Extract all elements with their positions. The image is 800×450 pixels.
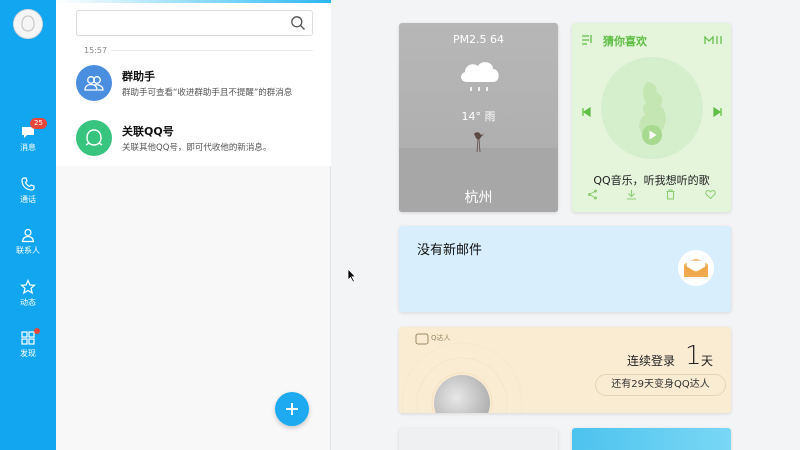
item-title: 关联QQ号: [122, 125, 174, 138]
nav-label-contacts: 联系人: [16, 246, 40, 255]
item-desc: 群助手可查看“收进群助手且不提醒”的群消息: [122, 88, 293, 98]
bottom-card-left[interactable]: [399, 428, 558, 450]
plus-icon: [286, 403, 298, 415]
add-button[interactable]: [275, 392, 309, 426]
heart-icon[interactable]: [705, 189, 716, 200]
loading-bar: [56, 0, 331, 3]
heron-icon: [474, 132, 484, 153]
message-list: 15:57 群助手 群助手可查看“收进群助手且不提醒”的群消息 关联QQ号 关联…: [56, 0, 331, 166]
city-label: 杭州: [464, 190, 493, 206]
login-streak-card[interactable]: Q达人 连续登录 1 天 还有29天变身QQ达人: [399, 327, 731, 413]
star-icon: [20, 279, 36, 295]
next-track-icon[interactable]: [713, 107, 722, 117]
nav-label-calls: 通话: [20, 195, 36, 204]
group-assistant-icon: [76, 65, 112, 101]
temperature-label: 14° 雨: [461, 110, 496, 123]
list-item-group-assistant[interactable]: 群助手 群助手可查看“收进群助手且不提醒”的群消息: [76, 65, 321, 105]
delete-icon[interactable]: [665, 189, 676, 200]
rain-cloud-icon: [461, 62, 499, 91]
streak-days: 1: [685, 341, 702, 371]
divider: [111, 50, 313, 51]
nav-label-messages: 消息: [20, 143, 36, 152]
music-title: 猜你喜欢: [603, 35, 647, 48]
nav-item-feeds[interactable]: 动态: [0, 279, 56, 319]
nav-item-contacts[interactable]: 联系人: [0, 227, 56, 267]
talent-tag: Q达人: [431, 334, 451, 342]
mouse-cursor: [347, 268, 357, 283]
phone-icon: [21, 177, 35, 191]
avatar[interactable]: [13, 9, 43, 39]
playlist-icon[interactable]: [581, 34, 593, 46]
search-input[interactable]: [76, 10, 313, 36]
linked-accounts-icon: [76, 120, 112, 156]
mail-status: 没有新邮件: [417, 243, 483, 258]
weather-card[interactable]: PM2.5 64 14° 雨 杭州: [399, 23, 558, 212]
ripple-decoration: [401, 342, 523, 413]
pm25-label: PM2.5 64: [452, 33, 505, 46]
penguin-icon: [21, 15, 35, 32]
download-icon[interactable]: [626, 189, 637, 200]
timestamp: 15:57: [84, 46, 108, 55]
item-desc: 关联其他QQ号，即可代收他的新消息。: [122, 143, 272, 153]
mail-card[interactable]: 没有新邮件: [399, 226, 731, 312]
contact-icon: [21, 228, 35, 243]
nav-label-feeds: 动态: [20, 298, 36, 307]
streak-suffix: 天: [701, 354, 714, 368]
qq-talent-logo: [415, 333, 429, 345]
bottom-card-right[interactable]: [572, 428, 731, 450]
nav-item-messages[interactable]: 25 消息: [0, 118, 56, 164]
left-nav: 25 消息 通话 联系人 动态 发现: [0, 0, 56, 450]
nav-item-calls[interactable]: 通话: [0, 176, 56, 216]
streak-goal: 还有29天变身QQ达人: [595, 374, 726, 396]
envelope-icon: [678, 250, 714, 286]
search-icon[interactable]: [290, 15, 306, 31]
unread-badge: 25: [30, 118, 47, 129]
music-mode-icon[interactable]: [704, 34, 726, 46]
music-card[interactable]: 猜你喜欢 QQ音乐，听我想听的歌: [572, 23, 731, 212]
music-caption: QQ音乐，听我想听的歌: [593, 174, 710, 187]
nav-item-discover[interactable]: 发现: [0, 328, 56, 370]
item-title: 群助手: [122, 70, 155, 83]
previous-track-icon[interactable]: [582, 107, 591, 117]
message-list-panel: 15:57 群助手 群助手可查看“收进群助手且不提醒”的群消息 关联QQ号 关联…: [56, 0, 331, 450]
play-button[interactable]: [641, 124, 663, 146]
list-item-linked-accounts[interactable]: 关联QQ号 关联其他QQ号，即可代收他的新消息。: [76, 120, 321, 160]
new-dot: [34, 328, 40, 334]
share-icon[interactable]: [587, 189, 598, 200]
nav-label-discover: 发现: [20, 349, 36, 358]
streak-prefix: 连续登录: [627, 354, 676, 368]
